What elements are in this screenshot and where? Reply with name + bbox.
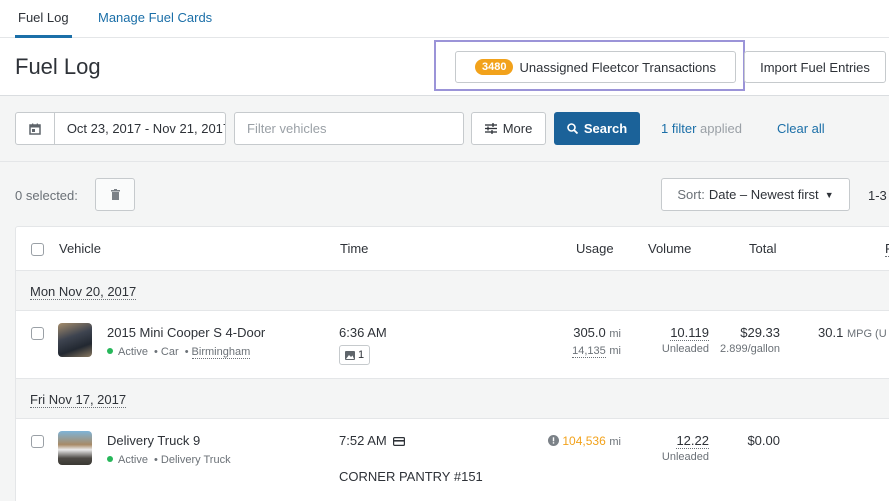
fuel-log-table: Vehicle Time Usage Volume Total F Mon No… <box>15 226 889 501</box>
import-fuel-entries-button[interactable]: Import Fuel Entries <box>744 51 886 83</box>
filter-count: 1 filter <box>661 121 697 136</box>
usage-value: 305.0 <box>573 325 606 340</box>
vehicle-location[interactable]: Birmingham <box>191 346 251 359</box>
vehicle-thumbnail[interactable] <box>58 323 92 357</box>
trash-icon <box>110 189 120 200</box>
date-range-value[interactable]: Oct 23, 2017 - Nov 21, 2017 <box>55 113 225 144</box>
selection-bar: 0 selected: Sort: Date – Newest first ▼ … <box>0 162 889 226</box>
unassigned-transactions-button[interactable]: 3480 Unassigned Fleetcor Transactions <box>455 51 736 83</box>
clear-all-link[interactable]: Clear all <box>777 121 825 136</box>
total-value: $0.00 <box>747 433 780 448</box>
entry-time: 6:36 AM <box>339 325 387 340</box>
group-date[interactable]: Fri Nov 17, 2017 <box>30 392 127 408</box>
vehicle-status: Active <box>118 346 148 358</box>
selected-count: 0 selected: <box>15 188 78 203</box>
date-group-row: Mon Nov 20, 2017 <box>16 271 889 311</box>
odometer-value: 104,536 <box>562 434 606 448</box>
vehicle-name[interactable]: Delivery Truck 9 <box>107 433 200 448</box>
filter-vehicles-input[interactable] <box>234 112 464 145</box>
vehicle-name[interactable]: 2015 Mini Cooper S 4-Door <box>107 325 265 340</box>
top-nav: Fuel Log Manage Fuel Cards <box>0 0 889 38</box>
volume-cell: 12.22 Unleaded <box>662 433 709 463</box>
vehicle-meta: Active • Car • Birmingham <box>107 346 251 359</box>
filters-applied-indicator[interactable]: 1 filter applied <box>661 121 742 136</box>
unassigned-count-badge: 3480 <box>474 59 514 75</box>
usage-cell: 104,536 mi <box>548 433 621 448</box>
entry-time: 7:52 AM <box>339 433 387 448</box>
caret-down-icon: ▼ <box>824 189 834 200</box>
fuel-economy-cell: 30.1 MPG (U <box>818 325 887 340</box>
credit-card-icon <box>393 437 406 446</box>
delete-selected-button[interactable] <box>95 178 135 211</box>
vendor-name: CORNER PANTRY #151 <box>339 469 483 484</box>
more-label: More <box>502 121 533 136</box>
select-all-checkbox[interactable] <box>31 243 44 256</box>
status-dot-icon <box>107 456 113 462</box>
column-usage[interactable]: Usage <box>576 241 614 256</box>
unassigned-label: Unassigned Fleetcor Transactions <box>519 59 717 75</box>
vehicle-type: Delivery Truck <box>160 454 231 466</box>
table-row[interactable]: 2015 Mini Cooper S 4-Door Active • Car • B… <box>16 311 889 379</box>
volume-cell: 10.119 Unleaded <box>662 325 709 355</box>
economy-value: 30.1 <box>818 325 844 340</box>
fuel-type: Unleaded <box>661 343 709 355</box>
photos-button[interactable]: 1 <box>339 345 370 365</box>
table-row[interactable]: Delivery Truck 9 Active • Delivery Truck … <box>16 419 889 501</box>
usage-cell: 305.0 mi 14,135 mi <box>572 325 621 358</box>
warning-icon[interactable] <box>548 435 560 446</box>
search-button[interactable]: Search <box>554 112 640 145</box>
calendar-icon[interactable] <box>16 113 55 144</box>
price-per-gallon: 2.899/gallon <box>720 343 780 355</box>
sort-dropdown[interactable]: Sort: Date – Newest first ▼ <box>661 178 850 211</box>
date-range-picker[interactable]: Oct 23, 2017 - Nov 21, 2017 <box>15 112 226 145</box>
column-time[interactable]: Time <box>340 241 368 256</box>
total-cell: $0.00 <box>747 433 780 448</box>
status-dot-icon <box>107 348 113 354</box>
vehicle-thumbnail[interactable] <box>58 431 92 465</box>
column-total[interactable]: Total <box>749 241 776 256</box>
tab-fuel-log[interactable]: Fuel Log <box>15 0 72 38</box>
page-header: Fuel Log 3480 Unassigned Fleetcor Transa… <box>0 38 889 96</box>
filter-applied-suffix: applied <box>700 121 742 136</box>
pagination-range: 1-3 <box>868 188 887 203</box>
sort-prefix: Sort: <box>677 187 705 202</box>
sort-value: Date – Newest first <box>708 187 819 202</box>
date-group-row: Fri Nov 17, 2017 <box>16 379 889 419</box>
more-filters-button[interactable]: More <box>471 112 546 145</box>
column-vehicle[interactable]: Vehicle <box>59 241 101 256</box>
entry-time-cell: 7:52 AM <box>339 433 406 448</box>
search-icon <box>567 123 578 134</box>
photo-count: 1 <box>357 349 365 361</box>
fuel-type: Unleaded <box>661 451 709 463</box>
row-checkbox[interactable] <box>31 327 44 340</box>
volume-value[interactable]: 12.22 <box>676 433 709 449</box>
volume-value[interactable]: 10.119 <box>670 325 709 341</box>
group-date[interactable]: Mon Nov 20, 2017 <box>30 284 137 300</box>
filter-bar: Oct 23, 2017 - Nov 21, 2017 More Search … <box>0 96 889 162</box>
search-label: Search <box>583 121 628 136</box>
vehicle-type: Car <box>160 346 179 358</box>
odometer-value[interactable]: 14,135 <box>572 345 606 358</box>
row-checkbox[interactable] <box>31 435 44 448</box>
column-fuel-economy[interactable]: F <box>885 241 889 257</box>
vehicle-meta: Active • Delivery Truck <box>107 454 231 466</box>
tab-manage-fuel-cards[interactable]: Manage Fuel Cards <box>98 0 212 38</box>
total-value: $29.33 <box>740 325 780 340</box>
total-cell: $29.33 2.899/gallon <box>720 325 780 355</box>
page-title: Fuel Log <box>15 54 101 79</box>
table-header: Vehicle Time Usage Volume Total F <box>16 227 889 271</box>
vehicle-status: Active <box>118 454 148 466</box>
column-volume[interactable]: Volume <box>648 241 691 256</box>
image-icon <box>344 350 355 360</box>
sliders-icon <box>484 123 497 134</box>
